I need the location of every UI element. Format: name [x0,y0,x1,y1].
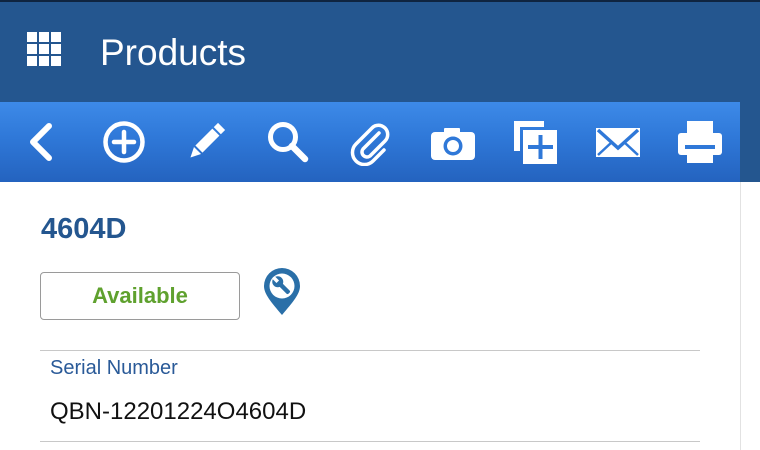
email-button[interactable] [592,116,644,168]
print-button[interactable] [674,116,726,168]
wrench-location-pin-icon[interactable] [262,268,302,318]
toolbar-edge [740,102,760,182]
photo-button[interactable] [427,116,479,168]
app-header: Products [0,0,760,102]
record-id: 4604D [41,213,127,245]
duplicate-button[interactable] [509,116,561,168]
camera-icon [431,128,475,160]
edit-button[interactable] [180,116,232,168]
page-title: Products [100,32,247,73]
magnifier-icon [268,122,309,163]
pencil-icon [190,122,226,158]
add-button[interactable] [98,116,150,168]
envelope-icon [596,128,640,157]
attach-button[interactable] [344,116,396,168]
search-button[interactable] [262,116,314,168]
app-grid-icon[interactable] [27,32,73,78]
back-button[interactable] [17,116,69,168]
record-toolbar [0,102,740,182]
serial-number-value: QBN-12201224O4604D [50,398,307,425]
status-badge: Available [40,272,240,320]
copy-plus-icon [514,121,557,164]
status-label: Available [92,283,188,308]
paperclip-icon [350,123,390,166]
plus-circle-icon [103,121,145,163]
field-divider-bottom [40,441,700,442]
field-divider-top [40,350,700,351]
vertical-scrollbar[interactable] [740,182,760,450]
printer-icon [678,121,722,163]
chevron-left-icon [30,123,52,161]
serial-number-label: Serial Number [50,357,178,379]
